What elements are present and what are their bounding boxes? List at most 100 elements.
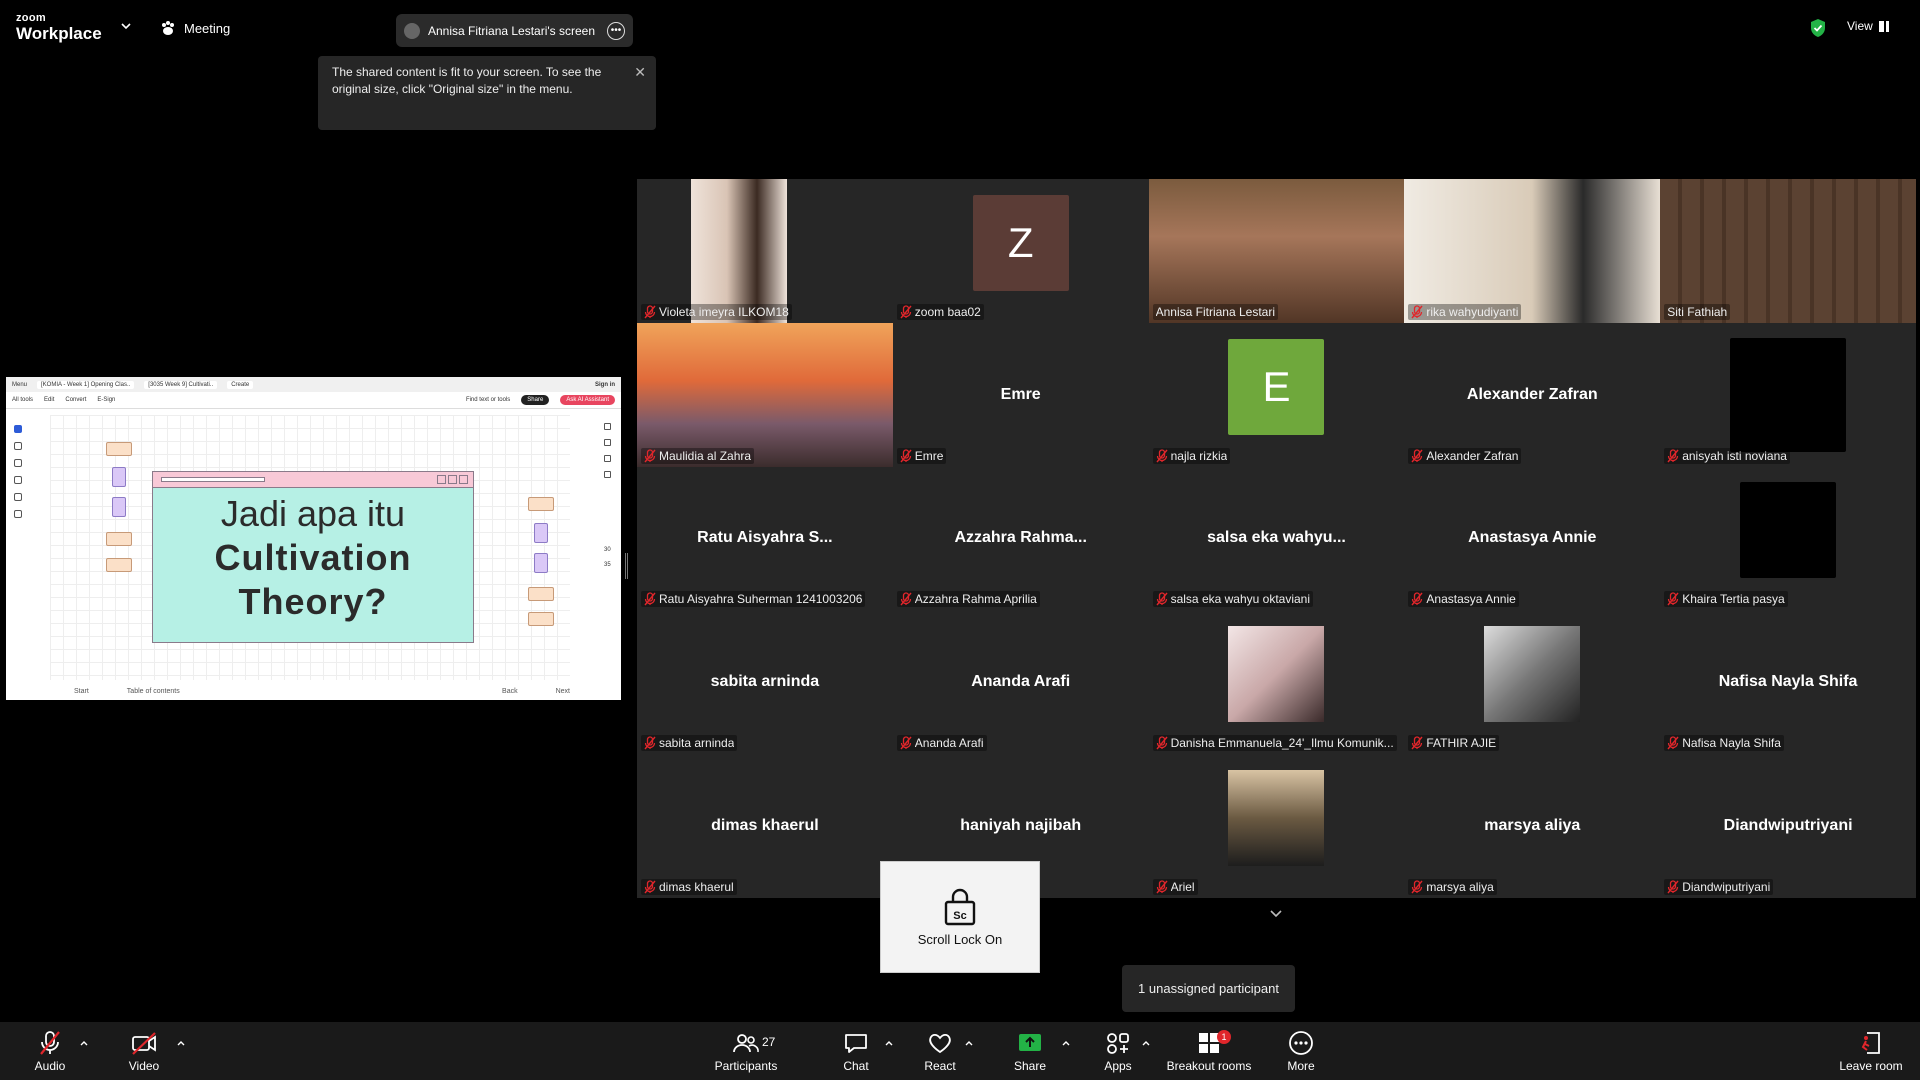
chevron-down-icon[interactable] bbox=[120, 20, 132, 32]
participant-name: Annisa Fitriana Lestari bbox=[1155, 304, 1275, 319]
participant-tile[interactable]: Diandwiputriyani Diandwiputriyani bbox=[1660, 754, 1916, 898]
participant-tile[interactable]: Siti Fathiah bbox=[1660, 179, 1916, 323]
participant-tile[interactable]: FATHIR AJIE bbox=[1404, 610, 1661, 755]
muted-microphone-icon bbox=[1156, 592, 1168, 606]
document-icon bbox=[534, 523, 548, 543]
react-label: React bbox=[924, 1059, 956, 1073]
security-shield-icon[interactable] bbox=[1809, 18, 1827, 38]
participant-tile[interactable]: anisyah isti noviana bbox=[1660, 322, 1916, 467]
apps-options-chevron-icon[interactable] bbox=[1141, 1039, 1151, 1049]
audio-label: Audio bbox=[34, 1059, 66, 1073]
participant-tile[interactable]: salsa eka wahyu... salsa eka wahyu oktavi… bbox=[1148, 466, 1405, 611]
view-button[interactable]: View bbox=[1847, 19, 1889, 33]
participant-name-label: FATHIR AJIE bbox=[1408, 735, 1500, 752]
participant-video bbox=[637, 179, 893, 323]
sharer-avatar bbox=[404, 22, 420, 39]
participant-display-name: Ratu Aisyahra S... bbox=[697, 529, 833, 547]
video-label: Video bbox=[128, 1059, 160, 1073]
close-icon[interactable]: ✕ bbox=[634, 64, 646, 81]
split-divider-handle[interactable] bbox=[625, 553, 628, 579]
share-indicator-label: Annisa Fitriana Lestari's screen bbox=[428, 23, 596, 38]
shared-screen[interactable]: Menu [KOMIA - Week 1] Opening Clas.. [30… bbox=[6, 377, 621, 700]
participant-name: marsya aliya bbox=[1426, 880, 1494, 894]
pen-tool-icon bbox=[14, 459, 22, 467]
muted-microphone-icon bbox=[644, 305, 656, 319]
participant-gallery: Violeta imeyra ILKOM18 Zzoom baa02 Annisa … bbox=[637, 179, 1916, 898]
participant-tile[interactable]: Ananda Arafi Ananda Arafi bbox=[892, 610, 1149, 755]
participant-name: zoom baa02 bbox=[914, 304, 981, 319]
muted-microphone-icon bbox=[1411, 736, 1423, 750]
apps-label: Apps bbox=[1104, 1059, 1132, 1073]
slide-line-1: Jadi apa itu bbox=[220, 493, 406, 534]
participant-video bbox=[1484, 626, 1581, 723]
participant-name: najla rizkia bbox=[1170, 448, 1228, 463]
participant-name: Alexander Zafran bbox=[1426, 448, 1519, 463]
shared-footer-next: Next bbox=[555, 687, 570, 695]
leave-room-button[interactable]: Leave room bbox=[1836, 1030, 1906, 1076]
participant-tile[interactable]: Danisha Emmanuela_24'_Ilmu Komunik... bbox=[1148, 610, 1405, 755]
share-screen-button[interactable]: Share bbox=[1010, 1030, 1050, 1076]
participant-tile[interactable]: sabita arninda sabita arninda bbox=[637, 610, 893, 755]
gallery-next-page-icon[interactable] bbox=[1269, 907, 1283, 921]
page-top-number: 30 bbox=[604, 547, 611, 553]
shared-footer: Start Table of contents Back Next bbox=[50, 684, 570, 698]
participant-tile[interactable]: rika wahyudiyanti bbox=[1404, 179, 1661, 323]
document-icon bbox=[534, 553, 548, 573]
react-button[interactable]: React bbox=[920, 1030, 960, 1076]
participant-tile[interactable]: Annisa Fitriana Lestari bbox=[1148, 179, 1405, 323]
participant-tile[interactable]: dimas khaerul dimas khaerul bbox=[637, 754, 893, 898]
participant-tile[interactable]: Enajla rizkia bbox=[1148, 322, 1405, 467]
meeting-button[interactable]: Meeting bbox=[160, 18, 230, 38]
stamp-tool-icon bbox=[14, 510, 22, 518]
react-options-chevron-icon[interactable] bbox=[964, 1039, 974, 1049]
copy-icon bbox=[604, 471, 611, 478]
muted-microphone-icon bbox=[1667, 736, 1679, 750]
folder-icon bbox=[528, 497, 554, 511]
breakout-rooms-button[interactable]: Breakout rooms bbox=[1165, 1030, 1253, 1076]
participant-tile[interactable]: Zzoom baa02 bbox=[892, 179, 1149, 323]
shared-tab-2: [3035 Week 9] Cultivati.. bbox=[144, 380, 218, 389]
screen-share-indicator[interactable]: Annisa Fitriana Lestari's screen ••• bbox=[396, 14, 633, 47]
audio-button[interactable]: Audio bbox=[30, 1030, 70, 1076]
shared-left-toolbar bbox=[14, 425, 26, 518]
more-options-icon[interactable]: ••• bbox=[607, 21, 625, 40]
share-options-chevron-icon[interactable] bbox=[1061, 1039, 1071, 1049]
shared-menu-convert: Convert bbox=[65, 397, 87, 403]
participant-tile[interactable]: Ratu Aisyahra S... Ratu Aisyahra Suherman… bbox=[637, 466, 893, 611]
participant-tile[interactable]: Ariel bbox=[1148, 754, 1405, 898]
participant-tile[interactable]: Khaira Tertia pasya bbox=[1660, 466, 1916, 611]
participant-tile[interactable]: Maulidia al Zahra bbox=[637, 322, 893, 467]
microphone-muted-icon bbox=[40, 1031, 60, 1055]
participant-name-label: najla rizkia bbox=[1152, 447, 1231, 464]
participant-tile[interactable]: Alexander Zafran Alexander Zafran bbox=[1404, 322, 1661, 467]
chat-options-chevron-icon[interactable] bbox=[884, 1039, 894, 1049]
participant-tile[interactable]: Nafisa Nayla Shifa Nafisa Nayla Shifa bbox=[1660, 610, 1916, 755]
muted-microphone-icon bbox=[644, 736, 656, 750]
video-button[interactable]: Video bbox=[124, 1030, 164, 1076]
more-button[interactable]: More bbox=[1281, 1030, 1321, 1076]
apps-button[interactable]: Apps bbox=[1098, 1030, 1138, 1076]
audio-options-chevron-icon[interactable] bbox=[79, 1039, 89, 1049]
tooltip-text: The shared content is fit to your screen… bbox=[332, 65, 602, 96]
meeting-paw-icon bbox=[162, 21, 174, 35]
video-options-chevron-icon[interactable] bbox=[176, 1039, 186, 1049]
zoom-workplace-logo[interactable]: zoom Workplace bbox=[16, 13, 102, 43]
breakout-notification-badge: 1 bbox=[1217, 1030, 1231, 1044]
view-layout-icon bbox=[1878, 20, 1889, 32]
participant-tile[interactable]: Azzahra Rahma... Azzahra Rahma Aprilia bbox=[892, 466, 1149, 611]
participant-name-label: Maulidia al Zahra bbox=[641, 447, 755, 464]
participant-tile[interactable]: Emre Emre bbox=[892, 322, 1149, 467]
participant-name: anisyah isti noviana bbox=[1682, 448, 1787, 463]
participant-tile[interactable]: Violeta imeyra ILKOM18 bbox=[637, 179, 893, 323]
participant-tile[interactable]: marsya aliya marsya aliya bbox=[1404, 754, 1661, 898]
slide-line-3: Theory? bbox=[238, 581, 388, 622]
participant-avatar: Z bbox=[972, 194, 1069, 291]
shared-menu-all-tools: All tools bbox=[12, 397, 34, 403]
slide-window-bar bbox=[153, 472, 473, 488]
participant-tile[interactable]: Anastasya Annie Anastasya Annie bbox=[1404, 466, 1661, 611]
chat-button[interactable]: Chat bbox=[836, 1030, 876, 1076]
muted-microphone-icon bbox=[900, 592, 912, 606]
participant-video bbox=[1148, 179, 1405, 323]
unassigned-participant-tooltip: 1 unassigned participant bbox=[1122, 965, 1295, 1012]
participant-name: Anastasya Annie bbox=[1426, 592, 1516, 607]
